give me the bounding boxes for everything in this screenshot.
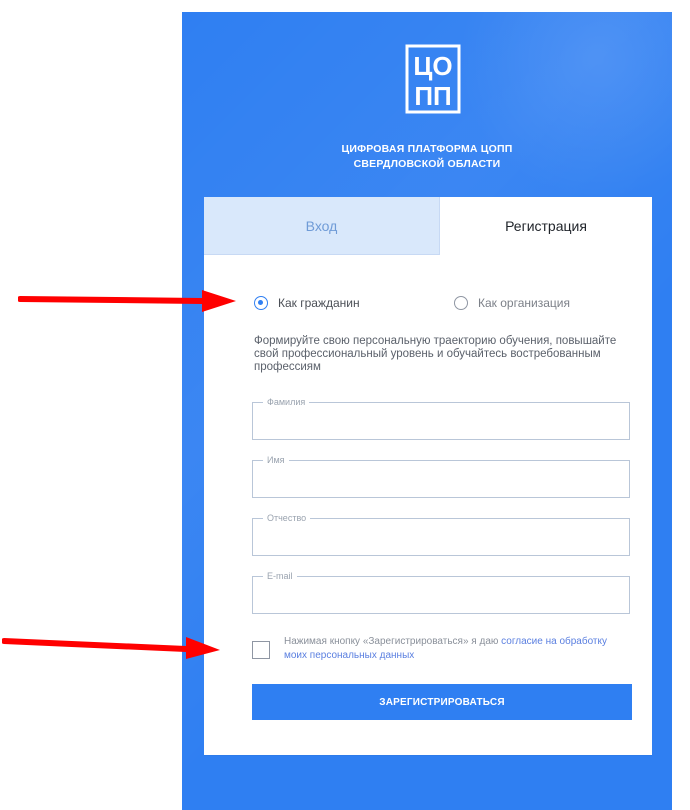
logo-line-1: ЦО: [413, 51, 452, 81]
last-name-input[interactable]: [263, 412, 619, 432]
consent-checkbox[interactable]: [252, 641, 270, 659]
first-name-input[interactable]: [263, 470, 619, 490]
radio-button-checked[interactable]: [254, 296, 268, 310]
tab-login-label: Вход: [305, 217, 338, 234]
platform-title: ЦИФРОВАЯ ПЛАТФОРМА ЦОПП СВЕРДЛОВСКОЙ ОБЛ…: [182, 142, 672, 172]
auth-card: Вход Регистрация Как гражданин Как орган…: [204, 197, 652, 755]
logo-line-2: ПП: [414, 81, 451, 111]
email-input[interactable]: [263, 586, 619, 606]
consent-row: Нажимая кнопку «Зарегистрироваться» я да…: [252, 631, 632, 675]
auth-tabs: Вход Регистрация: [204, 197, 652, 255]
consent-prefix: Нажимая кнопку «Зарегистрироваться» я да…: [284, 636, 502, 647]
tab-register[interactable]: Регистрация: [440, 197, 652, 255]
middle-name-field[interactable]: Отчество: [252, 512, 630, 556]
first-name-label: Имя: [263, 454, 289, 466]
radio-button-unchecked[interactable]: [454, 296, 468, 310]
consent-text: Нажимая кнопку «Зарегистрироваться» я да…: [284, 635, 632, 663]
copp-logo-icon: ЦО ПП: [405, 44, 461, 114]
first-name-field[interactable]: Имя: [252, 454, 630, 498]
platform-title-line-2: СВЕРДЛОВСКОЙ ОБЛАСТИ: [353, 158, 501, 170]
middle-name-label: Отчество: [263, 512, 311, 524]
registration-description: Формируйте свою персональную траекторию …: [254, 335, 617, 373]
tab-login[interactable]: Вход: [204, 197, 440, 255]
register-button[interactable]: ЗАРЕГИСТРИРОВАТЬСЯ: [252, 684, 632, 720]
email-field[interactable]: E-mail: [252, 570, 630, 614]
last-name-field[interactable]: Фамилия: [252, 396, 630, 440]
email-label: E-mail: [263, 570, 297, 582]
platform-title-line-1: ЦИФРОВАЯ ПЛАТФОРМА ЦОПП: [341, 143, 513, 155]
radio-citizen[interactable]: Как гражданин: [254, 294, 360, 312]
radio-organization-label: Как организация: [478, 296, 570, 310]
radio-organization[interactable]: Как организация: [454, 294, 570, 312]
middle-name-input[interactable]: [263, 528, 619, 548]
last-name-label: Фамилия: [263, 396, 310, 408]
radio-citizen-label: Как гражданин: [278, 296, 360, 310]
tab-register-label: Регистрация: [505, 218, 587, 234]
